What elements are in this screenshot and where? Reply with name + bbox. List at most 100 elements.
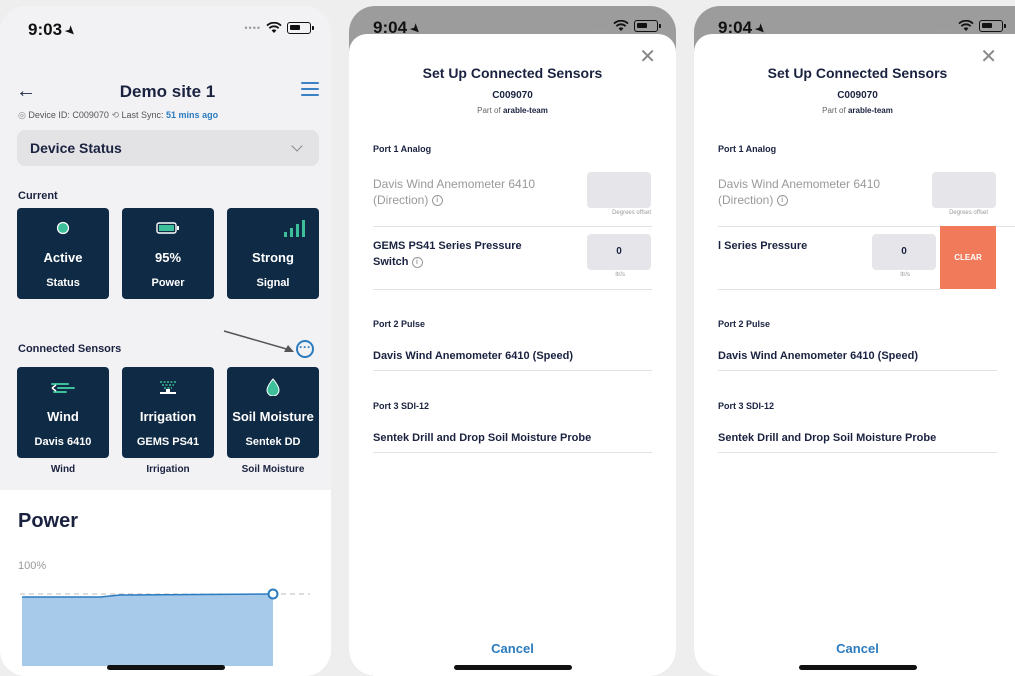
divider xyxy=(718,370,997,371)
home-indicator xyxy=(106,665,225,670)
more-options-icon[interactable]: ··· xyxy=(296,340,314,358)
tile-label: Status xyxy=(46,277,80,289)
unit-label: Degrees offset xyxy=(949,210,988,216)
device-status-dropdown[interactable]: Device Status xyxy=(17,130,319,166)
device-status-screen: 9:03➤ •••• ← Demo site 1 ◎ Device ID: C0… xyxy=(0,6,331,676)
chevron-down-icon xyxy=(291,140,303,152)
signal-tile[interactable]: Strong Signal xyxy=(227,208,319,299)
power-tile[interactable]: 95% Power xyxy=(122,208,214,299)
tile-value: Strong xyxy=(252,250,294,265)
flow-value-input[interactable]: 0 xyxy=(872,234,936,270)
tile-value: 95% xyxy=(154,250,182,265)
home-indicator xyxy=(453,665,572,670)
divider xyxy=(373,370,652,371)
tile-value: Irrigation xyxy=(139,409,197,424)
power-title: Power xyxy=(18,510,79,532)
power-card: Power 100% xyxy=(0,490,331,676)
cellular-dots-icon: •••• xyxy=(936,21,953,31)
info-icon[interactable]: i xyxy=(431,195,443,207)
irrigation-sensor-tile[interactable]: Irrigation GEMS PS41 xyxy=(122,367,214,458)
power-point[interactable] xyxy=(267,588,279,600)
device-id: Device ID: C009070 xyxy=(28,110,109,120)
last-sync-value: 51 mins ago xyxy=(166,110,219,120)
battery-icon xyxy=(156,222,179,234)
info-icon[interactable]: i xyxy=(411,256,423,268)
setup-sheet: ✕ Set Up Connected Sensors C009070 Part … xyxy=(349,34,676,676)
device-info-line: ◎ Device ID: C009070 ⟲ Last Sync: 51 min… xyxy=(18,110,218,121)
sensor-speed-name[interactable]: Davis Wind Anemometer 6410 (Speed) xyxy=(373,348,573,364)
degrees-offset-input[interactable] xyxy=(587,172,651,208)
tile-value: Soil Moisture xyxy=(232,409,314,424)
wind-icon xyxy=(51,383,75,393)
tile-label: Signal xyxy=(256,277,290,289)
sensor-pressure-name-swiped: l Series Pressure xyxy=(718,240,808,252)
tile-label: Sentek DD xyxy=(245,436,301,448)
unit-label: ltr/s xyxy=(615,272,625,278)
port-heading: Port 2 Pulse xyxy=(718,319,771,329)
location-arrow-icon: ➤ xyxy=(61,21,80,40)
tile-label: Davis 6410 xyxy=(34,436,92,448)
current-heading: Current xyxy=(18,190,58,202)
tile-caption: Irrigation xyxy=(146,464,190,475)
degrees-offset-input[interactable] xyxy=(932,172,996,208)
cellular-dots-icon: •••• xyxy=(244,23,261,33)
status-dot-icon xyxy=(56,221,70,235)
port-heading: Port 3 SDI-12 xyxy=(718,401,775,411)
sheet-title: Set Up Connected Sensors xyxy=(422,65,603,81)
cellular-dots-icon: •••• xyxy=(591,21,608,31)
setup-sensors-swipe-screen: 9:04➤ •••• ✕ Set Up Connected Sensors C0… xyxy=(694,6,1015,676)
unit-label: ltr/s xyxy=(900,272,910,278)
device-id-icon: ◎ xyxy=(18,110,26,120)
info-icon[interactable]: i xyxy=(776,195,788,207)
power-axis-label: 100% xyxy=(18,560,47,572)
annotation-arrow-icon xyxy=(223,330,294,352)
home-indicator xyxy=(798,665,917,670)
status-bar: 9:03➤ •••• xyxy=(0,6,331,46)
sensor-speed-name[interactable]: Davis Wind Anemometer 6410 (Speed) xyxy=(718,348,918,364)
device-id: C009070 xyxy=(837,90,878,101)
power-chart xyxy=(20,588,310,666)
sensor-direction-name: Davis Wind Anemometer 6410 (Direction) i xyxy=(373,177,536,207)
team-line: Part of arable-team xyxy=(477,106,548,115)
port-heading: Port 1 Analog xyxy=(373,144,432,154)
droplet-icon xyxy=(266,378,280,396)
tile-value: Wind xyxy=(47,409,79,424)
wifi-icon xyxy=(266,22,282,33)
status-tile[interactable]: Active Status xyxy=(17,208,109,299)
port-heading: Port 2 Pulse xyxy=(373,319,426,329)
power-area xyxy=(22,594,273,666)
last-sync-label: Last Sync: xyxy=(121,110,164,120)
sensor-soil-name[interactable]: Sentek Drill and Drop Soil Moisture Prob… xyxy=(373,430,591,446)
wind-sensor-tile[interactable]: Wind Davis 6410 xyxy=(17,367,109,458)
sensor-direction-name: Davis Wind Anemometer 6410 (Direction) i xyxy=(718,177,881,207)
divider xyxy=(718,452,997,453)
tile-caption: Soil Moisture xyxy=(241,464,305,475)
cancel-button[interactable]: Cancel xyxy=(694,641,1015,656)
sync-icon: ⟲ xyxy=(111,110,119,120)
wifi-icon xyxy=(613,20,629,31)
port-heading: Port 1 Analog xyxy=(718,144,777,154)
battery-status-icon xyxy=(979,20,1006,32)
battery-status-icon xyxy=(287,22,314,34)
flow-value-input[interactable]: 0 xyxy=(587,234,651,270)
divider xyxy=(373,226,652,227)
tile-label: GEMS PS41 xyxy=(136,436,200,448)
tile-caption: Wind xyxy=(50,464,76,475)
team-line: Part of arable-team xyxy=(822,106,893,115)
tile-label: Power xyxy=(151,277,185,289)
setup-sheet: ✕ Set Up Connected Sensors C009070 Part … xyxy=(694,34,1015,676)
unit-label: Degrees offset xyxy=(612,210,651,216)
connected-sensors-heading: Connected Sensors xyxy=(18,343,122,355)
page-title: Demo site 1 xyxy=(119,82,216,101)
signal-bars-icon xyxy=(284,220,305,237)
cancel-button[interactable]: Cancel xyxy=(349,641,676,656)
battery-status-icon xyxy=(634,20,661,32)
hamburger-menu-icon[interactable] xyxy=(301,82,319,96)
sensor-soil-name[interactable]: Sentek Drill and Drop Soil Moisture Prob… xyxy=(718,430,936,446)
clear-button[interactable]: CLEAR xyxy=(940,226,996,289)
divider xyxy=(373,452,652,453)
soil-moisture-sensor-tile[interactable]: Soil Moisture Sentek DD xyxy=(227,367,319,458)
wifi-icon xyxy=(958,20,974,31)
setup-sensors-screen: 9:04➤ •••• ✕ Set Up Connected Sensors C0… xyxy=(349,6,676,676)
sheet-title: Set Up Connected Sensors xyxy=(767,65,948,81)
